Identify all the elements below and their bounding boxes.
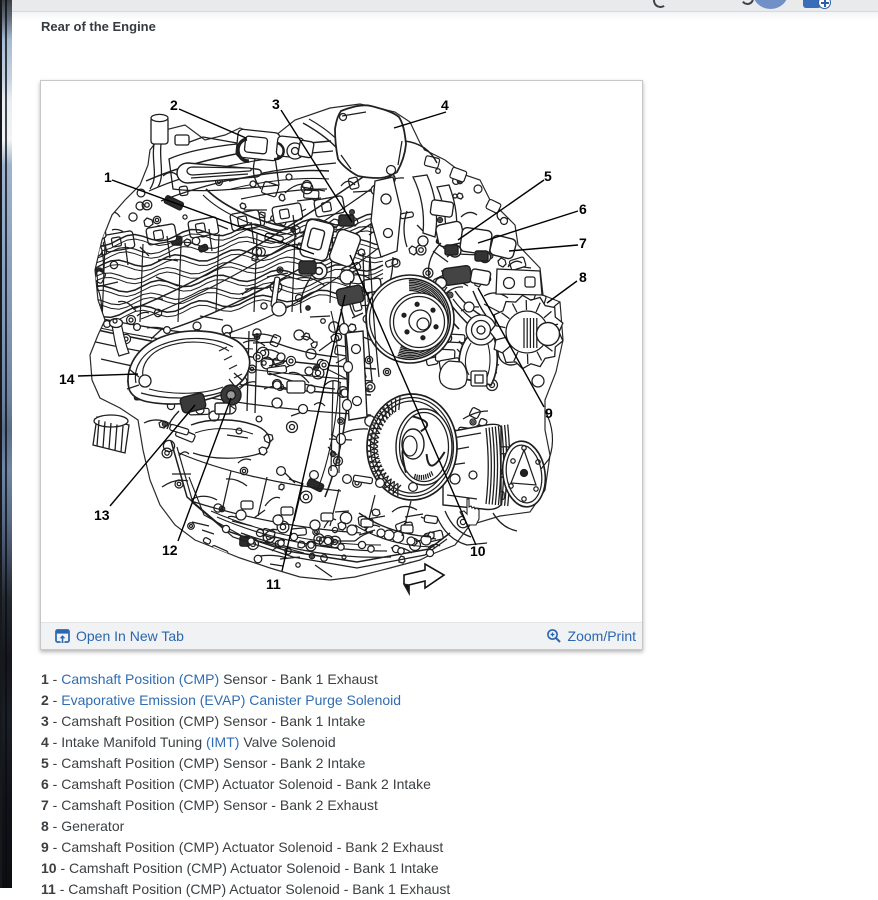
svg-text:8: 8 xyxy=(579,269,587,285)
svg-text:2: 2 xyxy=(170,97,178,113)
svg-text:9: 9 xyxy=(545,405,553,421)
svg-text:5: 5 xyxy=(544,168,552,184)
svg-text:12: 12 xyxy=(162,542,178,558)
svg-text:11: 11 xyxy=(266,576,281,592)
svg-text:4: 4 xyxy=(441,97,449,113)
svg-text:13: 13 xyxy=(94,507,110,523)
svg-text:1: 1 xyxy=(104,169,112,185)
svg-text:6: 6 xyxy=(579,201,587,217)
svg-text:3: 3 xyxy=(272,96,280,112)
svg-text:10: 10 xyxy=(470,543,486,559)
svg-text:14: 14 xyxy=(59,371,75,387)
svg-text:7: 7 xyxy=(579,235,587,251)
